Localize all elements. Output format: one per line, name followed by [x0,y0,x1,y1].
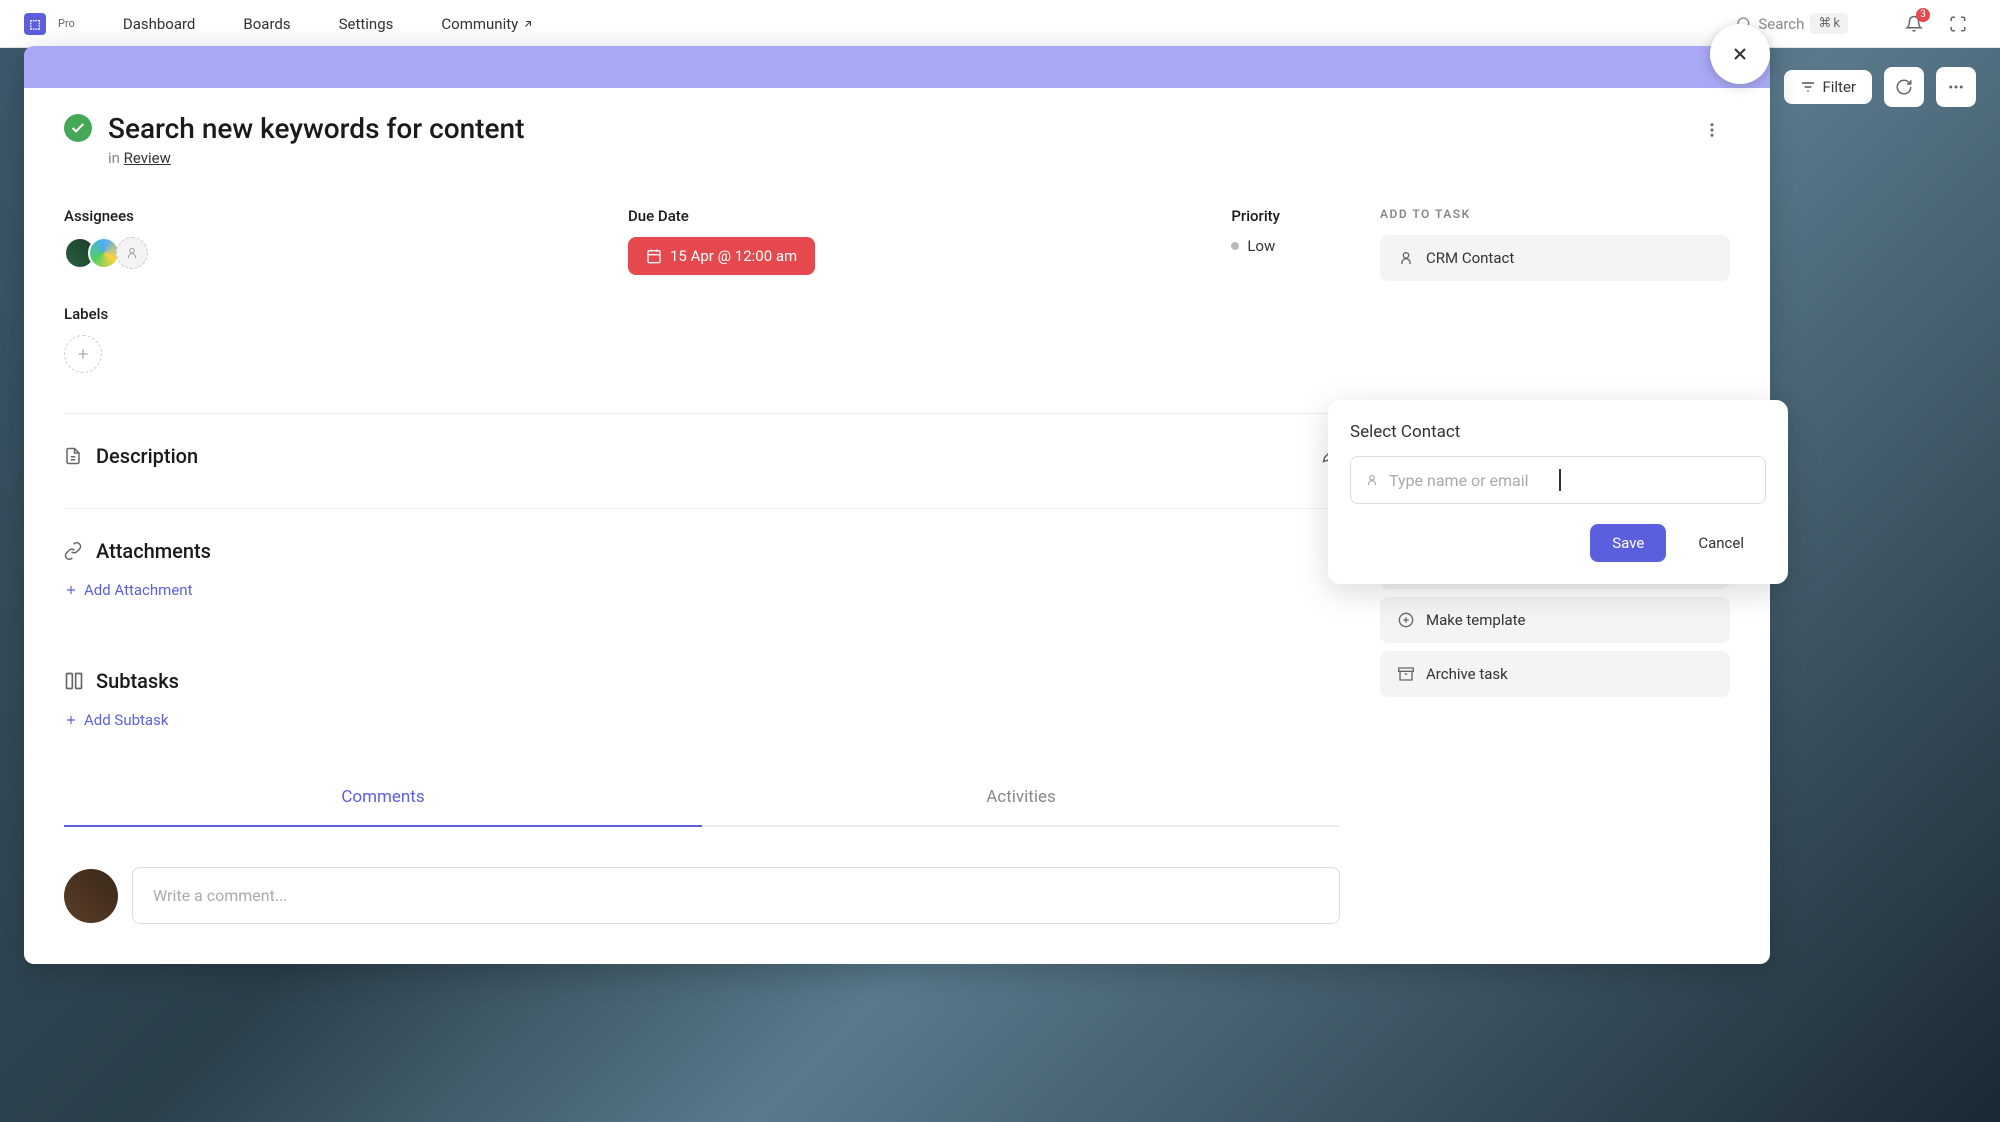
notifications-button[interactable]: 3 [1896,6,1932,42]
refresh-button[interactable] [1884,67,1924,107]
task-breadcrumb: in Review [108,149,524,167]
check-icon [70,120,86,136]
nav-community[interactable]: Community [421,7,554,41]
crm-contact-button[interactable]: CRM Contact [1380,235,1730,281]
tab-activities[interactable]: Activities [702,769,1340,827]
calendar-icon [646,248,662,264]
subtasks-icon [64,671,84,691]
due-date-block: Due Date 15 Apr @ 12:00 am [628,207,815,275]
labels-label: Labels [64,305,1340,323]
notif-count-badge: 3 [1916,8,1930,22]
task-modal: Search new keywords for content in Revie… [24,46,1770,964]
due-date-chip[interactable]: 15 Apr @ 12:00 am [628,237,815,275]
document-icon [64,447,84,465]
due-date-label: Due Date [628,207,815,225]
make-template-button[interactable]: Make template [1380,597,1730,643]
priority-dot-icon [1231,242,1239,250]
complete-toggle[interactable] [64,114,92,142]
user-plus-icon [125,246,139,260]
close-modal-button[interactable] [1710,24,1770,84]
task-title[interactable]: Search new keywords for content [108,112,524,145]
more-vertical-icon [1703,121,1721,139]
tab-comments[interactable]: Comments [64,769,702,827]
add-label-button[interactable] [64,335,102,373]
comment-composer: Write a comment... [64,867,1340,924]
contact-search-field[interactable] [1350,456,1766,504]
nav-dashboard[interactable]: Dashboard [103,7,216,41]
popover-title: Select Contact [1350,422,1766,442]
link-icon [64,542,84,560]
nav-boards[interactable]: Boards [223,7,310,41]
add-assignee-button[interactable] [116,237,148,269]
plus-icon [64,713,78,727]
plus-icon [64,583,78,597]
user-icon [1398,250,1414,266]
fullscreen-button[interactable] [1940,6,1976,42]
refresh-icon [1895,78,1913,96]
labels-block: Labels [64,305,1340,373]
activity-tabs: Comments Activities [64,769,1340,827]
more-horizontal-icon [1947,78,1965,96]
comment-input[interactable]: Write a comment... [132,867,1340,924]
status-link[interactable]: Review [124,149,171,167]
attachments-section: Attachments Add Attachment [64,508,1340,599]
filter-icon [1800,79,1816,95]
attachments-title: Attachments [96,539,211,563]
save-button[interactable]: Save [1590,524,1666,562]
archive-icon [1398,666,1414,682]
add-subtask-button[interactable]: Add Subtask [64,711,1340,729]
subtasks-section: Subtasks Add Subtask [64,639,1340,729]
assignees-label: Assignees [64,207,148,225]
modal-header: Search new keywords for content in Revie… [24,88,1770,183]
archive-task-button[interactable]: Archive task [1380,651,1730,697]
priority-value[interactable]: Low [1231,237,1280,255]
description-section: Description [64,413,1340,468]
subtasks-title: Subtasks [96,669,179,693]
assignees-block: Assignees [64,207,148,275]
priority-label: Priority [1231,207,1280,225]
close-icon [1730,44,1750,64]
filter-button[interactable]: Filter [1784,70,1872,104]
top-nav: ⬚ Pro Dashboard Boards Settings Communit… [0,0,2000,48]
search-kbd-hint: ⌘ k [1810,13,1848,34]
expand-icon [1949,15,1967,33]
task-menu-button[interactable] [1694,112,1730,148]
user-icon [1365,473,1379,487]
cancel-button[interactable]: Cancel [1676,524,1766,562]
contact-search-input[interactable] [1389,471,1739,490]
select-contact-popover: Select Contact Save Cancel [1328,400,1788,584]
app-logo[interactable]: ⬚ [24,13,46,35]
plus-icon [75,346,91,362]
current-user-avatar [64,869,118,923]
more-button[interactable] [1936,67,1976,107]
description-title: Description [96,444,198,468]
modal-cover [24,46,1770,88]
priority-block: Priority Low [1231,207,1280,275]
nav-settings[interactable]: Settings [319,7,414,41]
pro-badge: Pro [58,17,75,30]
plus-circle-icon [1398,612,1414,628]
external-link-icon [522,18,534,30]
add-attachment-button[interactable]: Add Attachment [64,581,1340,599]
add-to-task-heading: ADD TO TASK [1380,207,1730,221]
